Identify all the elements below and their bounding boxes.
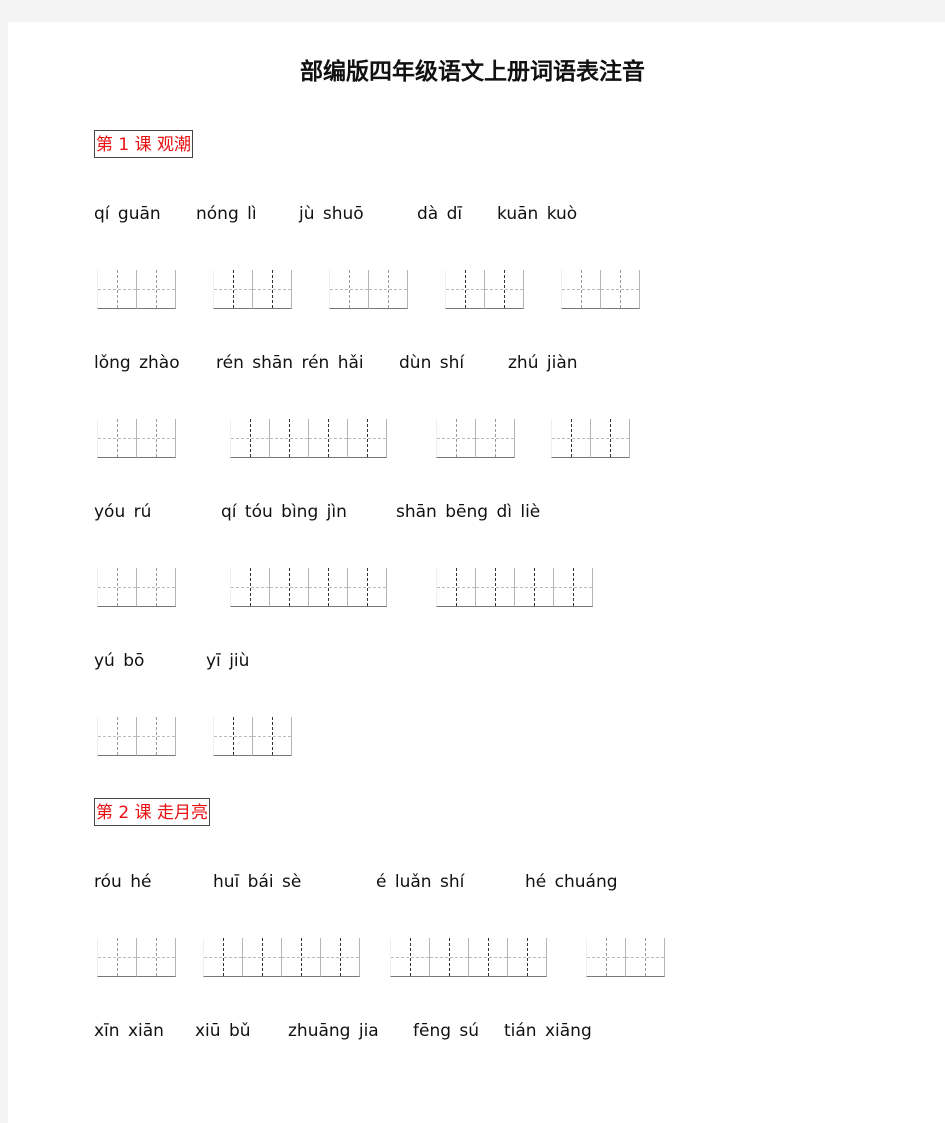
- lesson-2-heading: 第 2 课 走月亮: [94, 798, 211, 826]
- grid-cell[interactable]: [561, 270, 601, 309]
- grid-cell[interactable]: [445, 270, 485, 309]
- writing-grid[interactable]: [586, 938, 665, 977]
- grid-cell[interactable]: [97, 568, 137, 607]
- pinyin-word: zhú jiàn: [508, 353, 578, 373]
- writing-grid[interactable]: [213, 270, 292, 309]
- grid-cell[interactable]: [390, 938, 430, 977]
- lesson-1-heading: 第 1 课 观潮: [94, 130, 194, 158]
- pinyin-word: nóng lì: [196, 204, 257, 224]
- pinyin-word: lǒng zhào: [94, 353, 180, 373]
- pinyin-word: qí tóu bìng jìn: [221, 502, 347, 522]
- writing-grid[interactable]: [390, 938, 547, 977]
- grid-cell[interactable]: [203, 938, 243, 977]
- pinyin-word: hé chuáng: [525, 872, 618, 892]
- grid-cell[interactable]: [97, 938, 137, 977]
- grid-cell[interactable]: [137, 419, 176, 458]
- grid-cell[interactable]: [253, 717, 292, 756]
- grid-cell[interactable]: [137, 938, 176, 977]
- pinyin-word: zhuāng jia: [288, 1021, 379, 1041]
- pinyin-word: dà dī: [417, 204, 463, 224]
- grid-cell[interactable]: [97, 419, 137, 458]
- writing-grid[interactable]: [445, 270, 524, 309]
- grid-cell[interactable]: [329, 270, 369, 309]
- grid-cell[interactable]: [476, 568, 515, 607]
- writing-grid[interactable]: [203, 938, 360, 977]
- writing-grid[interactable]: [97, 938, 176, 977]
- document-title: 部编版四年级语文上册词语表注音: [300, 59, 645, 85]
- pinyin-word: yóu rú: [94, 502, 152, 522]
- pinyin-word: róu hé: [94, 872, 152, 892]
- pinyin-word: xīn xiān: [94, 1021, 164, 1041]
- grid-cell[interactable]: [551, 419, 591, 458]
- pinyin-word: fēng sú: [413, 1021, 480, 1041]
- grid-cell[interactable]: [436, 568, 476, 607]
- pinyin-word: rén shān rén hǎi: [216, 353, 364, 373]
- grid-cell[interactable]: [309, 419, 348, 458]
- grid-cell[interactable]: [230, 568, 270, 607]
- writing-grid[interactable]: [97, 270, 176, 309]
- writing-grid[interactable]: [230, 419, 387, 458]
- grid-cell[interactable]: [309, 568, 348, 607]
- grid-cell[interactable]: [213, 270, 253, 309]
- grid-cell[interactable]: [321, 938, 360, 977]
- writing-grid[interactable]: [436, 568, 593, 607]
- grid-cell[interactable]: [213, 717, 253, 756]
- grid-cell[interactable]: [270, 419, 309, 458]
- grid-cell[interactable]: [476, 419, 515, 458]
- grid-cell[interactable]: [270, 568, 309, 607]
- grid-cell[interactable]: [243, 938, 282, 977]
- grid-cell[interactable]: [230, 419, 270, 458]
- grid-cell[interactable]: [97, 270, 137, 309]
- grid-cell[interactable]: [469, 938, 508, 977]
- grid-cell[interactable]: [591, 419, 630, 458]
- pinyin-word: yī jiù: [206, 651, 250, 671]
- grid-cell[interactable]: [369, 270, 408, 309]
- pinyin-word: tián xiāng: [504, 1021, 592, 1041]
- pinyin-word: dùn shí: [399, 353, 465, 373]
- grid-cell[interactable]: [508, 938, 547, 977]
- pinyin-word: qí guān: [94, 204, 161, 224]
- writing-grid[interactable]: [561, 270, 640, 309]
- grid-cell[interactable]: [137, 717, 176, 756]
- grid-cell[interactable]: [515, 568, 554, 607]
- writing-grid[interactable]: [97, 568, 176, 607]
- grid-cell[interactable]: [626, 938, 665, 977]
- writing-grid[interactable]: [551, 419, 630, 458]
- writing-grid[interactable]: [97, 419, 176, 458]
- grid-cell[interactable]: [282, 938, 321, 977]
- grid-cell[interactable]: [97, 717, 137, 756]
- pinyin-word: é luǎn shí: [376, 872, 465, 892]
- grid-cell[interactable]: [436, 419, 476, 458]
- pinyin-word: huī bái sè: [213, 872, 302, 892]
- pinyin-word: shān bēng dì liè: [396, 502, 541, 522]
- writing-grid[interactable]: [97, 717, 176, 756]
- grid-cell[interactable]: [348, 419, 387, 458]
- grid-cell[interactable]: [430, 938, 469, 977]
- writing-grid[interactable]: [329, 270, 408, 309]
- writing-grid[interactable]: [213, 717, 292, 756]
- grid-cell[interactable]: [348, 568, 387, 607]
- pinyin-word: kuān kuò: [497, 204, 578, 224]
- writing-grid[interactable]: [230, 568, 387, 607]
- grid-cell[interactable]: [137, 568, 176, 607]
- grid-cell[interactable]: [485, 270, 524, 309]
- pinyin-word: yú bō: [94, 651, 145, 671]
- grid-cell[interactable]: [586, 938, 626, 977]
- writing-grid[interactable]: [436, 419, 515, 458]
- grid-cell[interactable]: [554, 568, 593, 607]
- pinyin-word: jù shuō: [299, 204, 364, 224]
- grid-cell[interactable]: [601, 270, 640, 309]
- grid-cell[interactable]: [137, 270, 176, 309]
- pinyin-word: xiū bǔ: [195, 1021, 251, 1041]
- grid-cell[interactable]: [253, 270, 292, 309]
